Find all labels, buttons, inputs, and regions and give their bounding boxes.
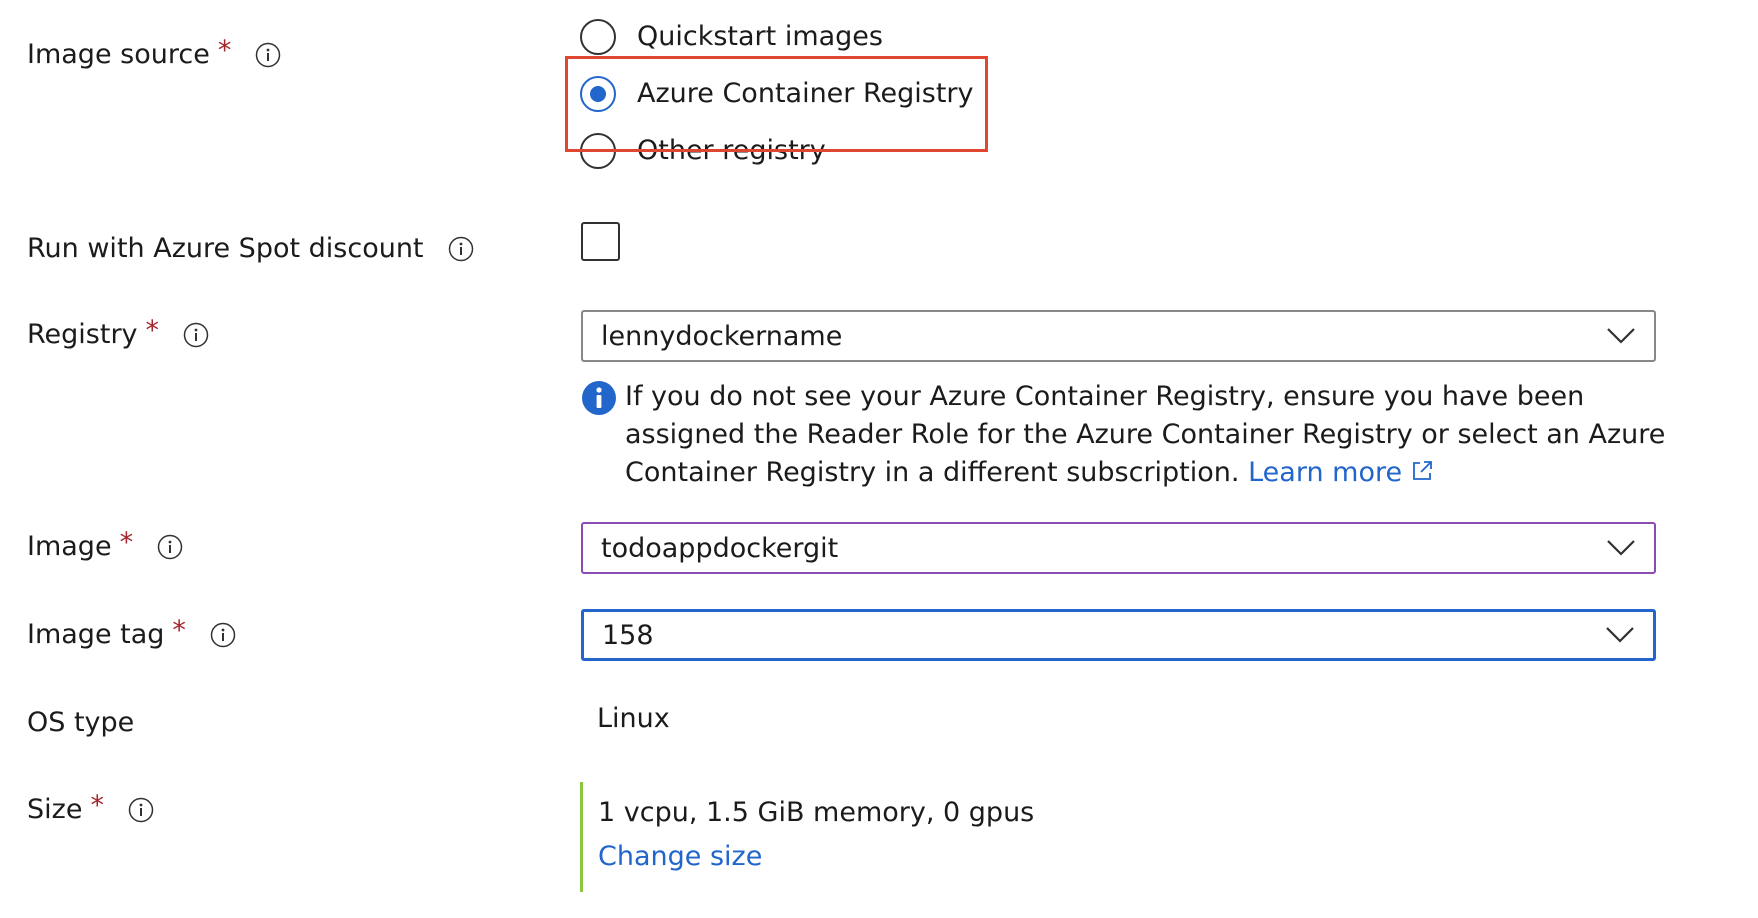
spot-discount-checkbox[interactable] [581, 222, 620, 261]
radio-circle[interactable] [580, 133, 616, 169]
image-tag-label: Image tag * [27, 615, 236, 652]
learn-more-link[interactable]: Learn more [1248, 457, 1434, 488]
spot-discount-label-text: Run with Azure Spot discount [27, 233, 424, 264]
required-asterisk: * [172, 615, 186, 646]
image-label: Image * [27, 527, 183, 564]
info-filled-icon [582, 381, 616, 415]
radio-label: Other registry [637, 135, 826, 166]
info-icon[interactable] [183, 322, 209, 348]
os-type-label: OS type [27, 706, 134, 740]
registry-dropdown[interactable]: lennydockername [581, 310, 1656, 362]
registry-dropdown-value: lennydockername [601, 320, 843, 352]
size-value: 1 vcpu, 1.5 GiB memory, 0 gpus [598, 797, 1035, 828]
info-message-text: If you do not see your Azure Container R… [625, 381, 1666, 488]
size-label-text: Size [27, 794, 83, 825]
spot-discount-label: Run with Azure Spot discount [27, 232, 474, 266]
chevron-down-icon [1606, 627, 1634, 643]
image-source-label: Image source * [27, 35, 281, 72]
image-label-text: Image [27, 531, 112, 562]
radio-circle[interactable] [580, 19, 616, 55]
image-source-label-text: Image source [27, 39, 210, 70]
required-asterisk: * [145, 315, 160, 346]
registry-label-text: Registry [27, 319, 138, 350]
image-tag-dropdown-value: 158 [602, 619, 654, 651]
radio-other-registry[interactable]: Other registry [580, 133, 826, 169]
info-icon[interactable] [448, 236, 474, 262]
registry-label: Registry * [27, 315, 209, 352]
required-asterisk: * [217, 35, 232, 66]
required-asterisk: * [119, 527, 134, 558]
required-asterisk: * [90, 790, 104, 821]
registry-info-message: If you do not see your Azure Container R… [581, 378, 1671, 492]
info-icon[interactable] [255, 42, 281, 68]
image-dropdown-value: todoappdockergit [601, 532, 839, 564]
size-label: Size * [27, 790, 154, 827]
learn-more-link-text: Learn more [1248, 457, 1403, 488]
chevron-down-icon [1607, 328, 1635, 344]
image-dropdown[interactable]: todoappdockergit [581, 522, 1656, 574]
change-size-link[interactable]: Change size [598, 840, 1034, 874]
radio-circle-selected[interactable] [580, 76, 616, 112]
info-icon[interactable] [128, 797, 154, 823]
os-type-label-text: OS type [27, 707, 135, 738]
info-icon[interactable] [210, 622, 236, 648]
radio-azure-container-registry[interactable]: Azure Container Registry [580, 76, 974, 112]
image-tag-dropdown[interactable]: 158 [581, 609, 1656, 661]
info-icon[interactable] [157, 534, 183, 560]
image-tag-label-text: Image tag [27, 619, 165, 650]
radio-label: Quickstart images [637, 21, 883, 52]
external-link-icon [1413, 461, 1432, 480]
radio-label: Azure Container Registry [637, 78, 974, 109]
size-block: 1 vcpu, 1.5 GiB memory, 0 gpus Change si… [580, 782, 1034, 892]
chevron-down-icon [1607, 540, 1635, 556]
os-type-value: Linux [597, 703, 670, 734]
radio-quickstart-images[interactable]: Quickstart images [580, 19, 883, 55]
